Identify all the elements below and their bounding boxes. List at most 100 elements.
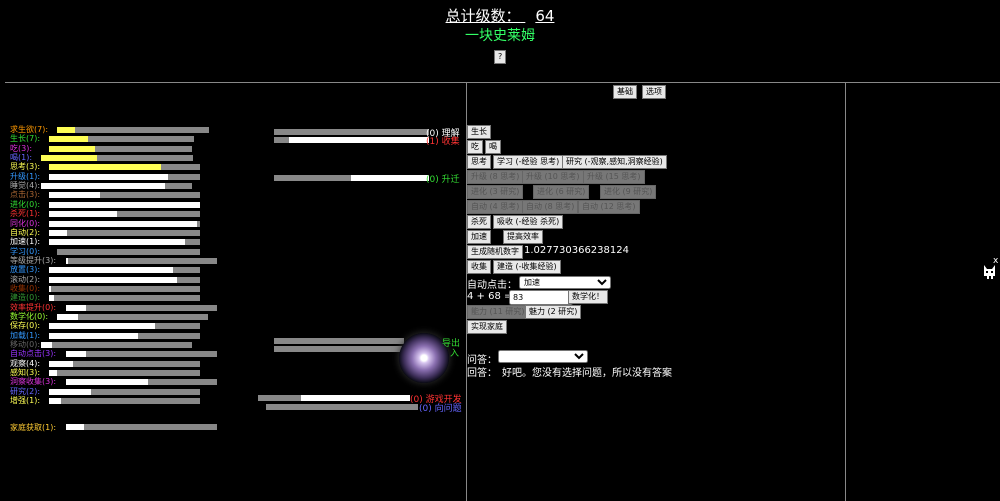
random-value: 1.027730366238124: [524, 245, 629, 256]
help-button[interactable]: ?: [494, 50, 507, 64]
research-button[interactable]: 研究 (-观察,感知,洞察经验): [562, 155, 667, 169]
stat-bar-fill: [41, 183, 165, 189]
autoclick-label: 自动点击：: [467, 280, 517, 291]
stat-bar: [66, 351, 217, 357]
stat-bar: [41, 155, 193, 161]
mathify-button[interactable]: 数学化！: [568, 290, 608, 304]
stat-bar-fill: [41, 155, 97, 161]
stat-bar: [57, 127, 209, 133]
learn-button[interactable]: 学习 (-经验 思考): [493, 155, 564, 169]
evolve-2-button[interactable]: 进化 (6 研究): [533, 185, 590, 199]
resource-bar: [274, 338, 404, 344]
family-stat-bar-fill: [66, 424, 84, 430]
dev-resource-label: (0) 向问题: [419, 404, 462, 414]
stat-bar-fill: [49, 361, 73, 367]
stat-bar: [49, 174, 200, 180]
generate-random-button[interactable]: 生成随机数字: [467, 245, 523, 259]
stat-bar: [49, 323, 200, 329]
stat-bar: [49, 361, 200, 367]
stat-bar-fill: [66, 305, 86, 311]
autoclick-select[interactable]: 加速: [519, 276, 611, 289]
auto-1-button[interactable]: 自动 (4 思考): [467, 200, 524, 214]
grow-button[interactable]: 生长: [467, 125, 491, 139]
kill-button[interactable]: 杀死: [467, 215, 491, 229]
stat-bar: [66, 258, 217, 264]
stat-bar: [41, 342, 192, 348]
resource-bar: [274, 137, 429, 143]
stat-bar-fill: [49, 286, 51, 292]
upgrade-2-button[interactable]: 升级 (10 思考): [522, 170, 584, 184]
auto-3-button[interactable]: 自动 (12 思考): [578, 200, 640, 214]
resource-bar: [274, 175, 429, 181]
stat-bar-fill: [66, 379, 148, 385]
resource-bar: [274, 129, 429, 135]
stat-bar-fill: [57, 127, 75, 133]
build-button[interactable]: 建造 (-收集经验): [493, 260, 561, 274]
power-button[interactable]: 能力 (11 研究): [467, 305, 529, 319]
tab-basic[interactable]: 基础: [613, 85, 637, 99]
stat-bar: [49, 277, 200, 283]
absorb-button[interactable]: 吸收 (-经验 杀死): [493, 215, 564, 229]
answer-label: 回答：: [467, 368, 497, 379]
stat-bar-fill: [49, 211, 117, 217]
cat-icon[interactable]: [982, 264, 997, 280]
resource-label: (0) 升迁: [426, 175, 460, 185]
stat-bar: [41, 183, 192, 189]
stat-label: 增强(1):: [10, 396, 41, 405]
stat-bar: [49, 286, 200, 292]
resource-bar-fill: [289, 137, 429, 143]
stat-bar-fill: [49, 389, 91, 395]
total-level: 总计级数： 64: [0, 5, 1000, 26]
evolve-1-button[interactable]: 进化 (3 研究): [467, 185, 524, 199]
think-button[interactable]: 思考: [467, 155, 491, 169]
evolve-3-button[interactable]: 进化 (9 研究): [600, 185, 657, 199]
total-level-value: 64: [535, 7, 555, 25]
stat-bar: [49, 164, 200, 170]
family-button[interactable]: 实现家庭: [467, 320, 507, 334]
stat-bar: [57, 249, 200, 255]
improve-efficiency-button[interactable]: 提高效率: [503, 230, 543, 244]
stat-bar: [49, 370, 200, 376]
tab-options[interactable]: 选项: [642, 85, 666, 99]
charm-button[interactable]: 魅力 (2 研究): [525, 305, 582, 319]
stat-bar-fill: [66, 351, 86, 357]
collect-button[interactable]: 收集: [467, 260, 491, 274]
stat-bar: [49, 230, 200, 236]
header-divider: [5, 82, 1000, 83]
stat-bar-fill: [49, 230, 67, 236]
eat-button[interactable]: 吃: [467, 140, 483, 154]
resource-bar: [274, 346, 404, 352]
stat-bar: [49, 221, 200, 227]
stat-bar: [49, 389, 200, 395]
math-question: 4 + 68 =: [467, 291, 513, 302]
stat-bar-fill: [49, 221, 197, 227]
stat-bar-fill: [49, 267, 173, 273]
stat-bar-fill: [49, 295, 54, 301]
stat-bar: [49, 202, 200, 208]
stat-bar: [49, 211, 200, 217]
stat-bar-fill: [49, 277, 177, 283]
import-link[interactable]: 入: [450, 346, 459, 359]
dev-resource-bar: [266, 404, 418, 410]
answer-text: 好吧。您没有选择问题，所以没有答案: [502, 368, 672, 379]
stat-bar-fill: [49, 398, 61, 404]
stat-bar: [66, 379, 217, 385]
column-divider-2: [845, 82, 846, 501]
drink-button[interactable]: 喝: [485, 140, 501, 154]
resource-label: (1) 收集: [426, 137, 460, 147]
auto-2-button[interactable]: 自动 (8 思考): [522, 200, 579, 214]
stat-bar-fill: [49, 323, 155, 329]
total-level-label: 总计级数：: [445, 7, 521, 25]
stat-bar: [49, 295, 200, 301]
stat-bar: [49, 192, 200, 198]
dev-resource-bar: [258, 395, 410, 401]
stat-bar-fill: [49, 202, 200, 208]
question-select[interactable]: [498, 350, 588, 363]
upgrade-1-button[interactable]: 升级 (8 思考): [467, 170, 524, 184]
stat-bar-fill: [49, 239, 185, 245]
upgrade-3-button[interactable]: 升级 (15 思考): [583, 170, 645, 184]
stat-bar: [49, 398, 200, 404]
math-answer-input[interactable]: [509, 290, 573, 305]
speed-button[interactable]: 加速: [467, 230, 491, 244]
stat-bar-fill: [57, 314, 78, 320]
